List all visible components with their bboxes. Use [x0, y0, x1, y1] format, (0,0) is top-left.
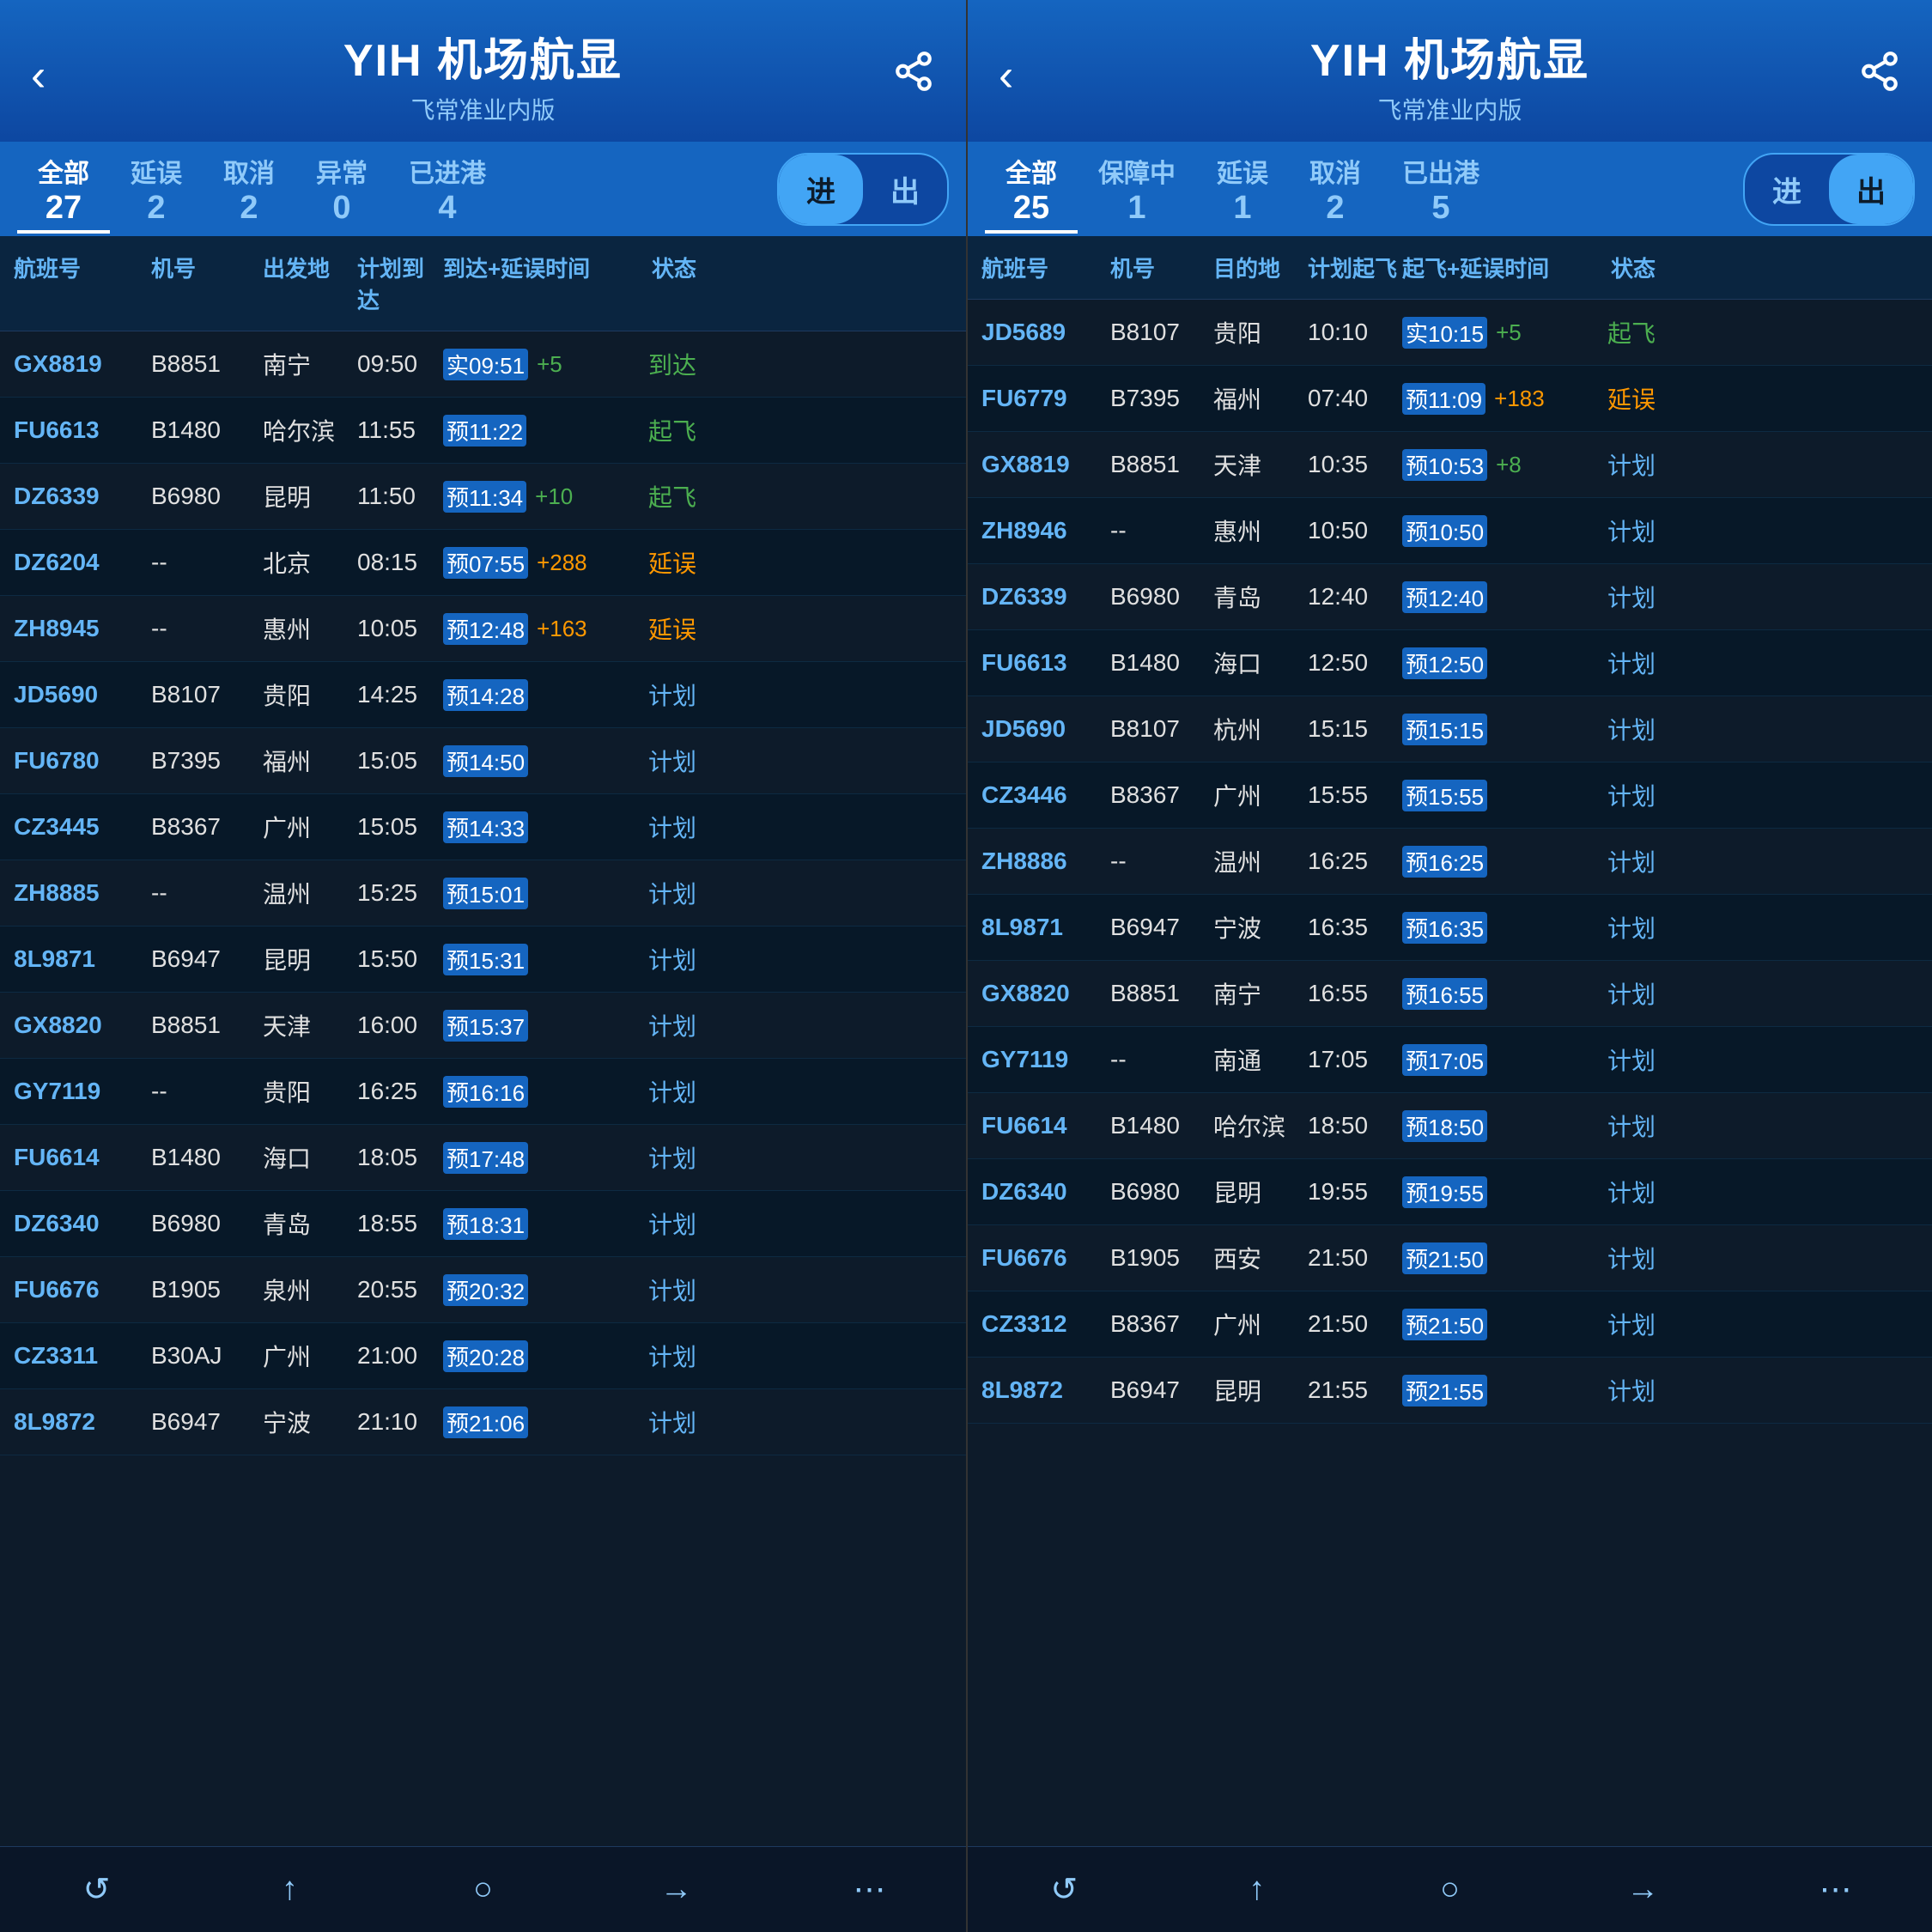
table-row[interactable]: FU6780 B7395 福州 15:05 预14:50 计划	[0, 728, 966, 794]
tab-2[interactable]: 取消 2	[203, 152, 295, 227]
table-header: 航班号 机号 目的地 计划起飞 起飞+延误时间 状态	[968, 236, 1932, 300]
header: ‹ YIH 机场航显 飞常准业内版	[0, 0, 966, 142]
table-row[interactable]: GX8820 B8851 南宁 16:55 预16:55 计划	[968, 961, 1932, 1027]
table-row[interactable]: FU6613 B1480 海口 12:50 预12:50 计划	[968, 630, 1932, 696]
more-icon[interactable]: ⋯	[1801, 1856, 1870, 1924]
header-title: YIH 机场航显	[1050, 24, 1850, 88]
table-row[interactable]: 8L9872 B6947 昆明 21:55 预21:55 计划	[968, 1358, 1932, 1424]
table-row[interactable]: FU6779 B7395 福州 07:40 预11:09 +183 延误	[968, 366, 1932, 432]
bottom-bar: ↺ ↑ ○ → ⋯	[0, 1846, 966, 1932]
table-row[interactable]: 8L9872 B6947 宁波 21:10 预21:06 计划	[0, 1389, 966, 1455]
table-body: GX8819 B8851 南宁 09:50 实09:51 +5 到达 FU661…	[0, 331, 966, 1846]
table-row[interactable]: CZ3446 B8367 广州 15:55 预15:55 计划	[968, 762, 1932, 829]
table-row[interactable]: GX8819 B8851 天津 10:35 预10:53 +8 计划	[968, 432, 1932, 498]
share-button[interactable]	[1850, 50, 1901, 101]
toggle-出[interactable]: 出	[1829, 155, 1913, 224]
back-button[interactable]: ‹	[999, 50, 1050, 101]
table-row[interactable]: JD5690 B8107 杭州 15:15 预15:15 计划	[968, 696, 1932, 762]
table-row[interactable]: 8L9871 B6947 昆明 15:50 预15:31 计划	[0, 927, 966, 993]
home-icon[interactable]: ○	[449, 1856, 518, 1924]
table-body: JD5689 B8107 贵阳 10:10 实10:15 +5 起飞 FU677…	[968, 300, 1932, 1846]
table-row[interactable]: GY7119 -- 南通 17:05 预17:05 计划	[968, 1027, 1932, 1093]
tab-3[interactable]: 异常 0	[295, 152, 388, 227]
table-row[interactable]: JD5690 B8107 贵阳 14:25 预14:28 计划	[0, 662, 966, 728]
table-row[interactable]: GX8819 B8851 南宁 09:50 实09:51 +5 到达	[0, 331, 966, 398]
back-button[interactable]: ‹	[31, 50, 82, 101]
table-row[interactable]: ZH8885 -- 温州 15:25 预15:01 计划	[0, 860, 966, 927]
arrival-panel: ‹ YIH 机场航显 飞常准业内版 全部 27 延误 2	[0, 0, 966, 1932]
tab-1[interactable]: 保障中 1	[1078, 152, 1196, 227]
header-subtitle: 飞常准业内版	[82, 92, 884, 126]
table-row[interactable]: FU6676 B1905 西安 21:50 预21:50 计划	[968, 1225, 1932, 1291]
table-row[interactable]: GX8820 B8851 天津 16:00 预15:37 计划	[0, 993, 966, 1059]
table-row[interactable]: CZ3445 B8367 广州 15:05 预14:33 计划	[0, 794, 966, 860]
table-row[interactable]: ZH8946 -- 惠州 10:50 预10:50 计划	[968, 498, 1932, 564]
tab-0[interactable]: 全部 25	[985, 152, 1078, 227]
upload-icon[interactable]: ↑	[256, 1856, 325, 1924]
toggle-出[interactable]: 出	[863, 155, 947, 224]
table-row[interactable]: ZH8945 -- 惠州 10:05 预12:48 +163 延误	[0, 596, 966, 662]
toggle-进[interactable]: 进	[1745, 155, 1829, 224]
forward-icon[interactable]: →	[1608, 1856, 1677, 1924]
table-row[interactable]: DZ6339 B6980 昆明 11:50 预11:34 +10 起飞	[0, 464, 966, 530]
table-header: 航班号 机号 出发地 计划到达 到达+延误时间 状态	[0, 236, 966, 331]
table-row[interactable]: FU6614 B1480 哈尔滨 18:50 预18:50 计划	[968, 1093, 1932, 1159]
tabs-row: 全部 27 延误 2 取消 2 异常 0 已进港 4 进出	[0, 142, 966, 236]
table-row[interactable]: GY7119 -- 贵阳 16:25 预16:16 计划	[0, 1059, 966, 1125]
tab-3[interactable]: 取消 2	[1289, 152, 1382, 227]
tab-0[interactable]: 全部 27	[17, 152, 110, 227]
table-row[interactable]: FU6676 B1905 泉州 20:55 预20:32 计划	[0, 1257, 966, 1323]
header-title: YIH 机场航显	[82, 24, 884, 88]
forward-icon[interactable]: →	[642, 1856, 711, 1924]
refresh-icon[interactable]: ↺	[63, 1856, 131, 1924]
tabs-row: 全部 25 保障中 1 延误 1 取消 2 已出港 5 进出	[968, 142, 1932, 236]
tab-4[interactable]: 已出港 5	[1382, 152, 1500, 227]
home-icon[interactable]: ○	[1415, 1856, 1484, 1924]
toggle-进[interactable]: 进	[779, 155, 863, 224]
table-row[interactable]: JD5689 B8107 贵阳 10:10 实10:15 +5 起飞	[968, 300, 1932, 366]
refresh-icon[interactable]: ↺	[1030, 1856, 1098, 1924]
departure-panel: ‹ YIH 机场航显 飞常准业内版 全部 25 保障中 1	[966, 0, 1932, 1932]
tab-1[interactable]: 延误 2	[110, 152, 203, 227]
more-icon[interactable]: ⋯	[835, 1856, 904, 1924]
tab-2[interactable]: 延误 1	[1196, 152, 1289, 227]
toggle-group: 进出	[777, 153, 949, 226]
table-row[interactable]: DZ6340 B6980 昆明 19:55 预19:55 计划	[968, 1159, 1932, 1225]
table-row[interactable]: 8L9871 B6947 宁波 16:35 预16:35 计划	[968, 895, 1932, 961]
header-subtitle: 飞常准业内版	[1050, 92, 1850, 126]
table-row[interactable]: CZ3312 B8367 广州 21:50 预21:50 计划	[968, 1291, 1932, 1358]
table-row[interactable]: FU6613 B1480 哈尔滨 11:55 预11:22 起飞	[0, 398, 966, 464]
share-button[interactable]	[884, 50, 935, 101]
table-row[interactable]: ZH8886 -- 温州 16:25 预16:25 计划	[968, 829, 1932, 895]
table-row[interactable]: DZ6339 B6980 青岛 12:40 预12:40 计划	[968, 564, 1932, 630]
header: ‹ YIH 机场航显 飞常准业内版	[968, 0, 1932, 142]
bottom-bar: ↺ ↑ ○ → ⋯	[968, 1846, 1932, 1932]
table-row[interactable]: CZ3311 B30AJ 广州 21:00 预20:28 计划	[0, 1323, 966, 1389]
toggle-group: 进出	[1743, 153, 1915, 226]
table-row[interactable]: DZ6340 B6980 青岛 18:55 预18:31 计划	[0, 1191, 966, 1257]
table-row[interactable]: FU6614 B1480 海口 18:05 预17:48 计划	[0, 1125, 966, 1191]
table-row[interactable]: DZ6204 -- 北京 08:15 预07:55 +288 延误	[0, 530, 966, 596]
upload-icon[interactable]: ↑	[1223, 1856, 1291, 1924]
tab-4[interactable]: 已进港 4	[388, 152, 507, 227]
